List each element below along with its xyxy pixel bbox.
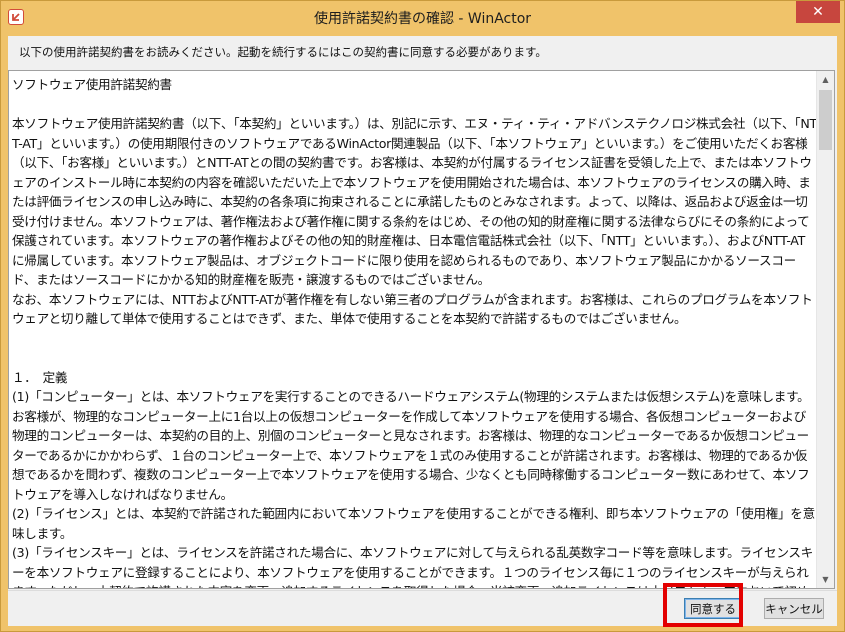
scrollbar-thumb[interactable] bbox=[819, 90, 832, 150]
close-icon: ✕ bbox=[812, 4, 824, 20]
scroll-up-icon[interactable]: ▲ bbox=[817, 71, 834, 88]
close-button[interactable]: ✕ bbox=[796, 1, 840, 23]
vertical-scrollbar[interactable]: ▲ ▼ bbox=[816, 71, 834, 588]
license-text: ソフトウェア使用許諾契約書 本ソフトウェア使用許諾契約書（以下、「本契約」といい… bbox=[12, 77, 817, 588]
cancel-button[interactable]: キャンセル bbox=[764, 598, 824, 619]
dialog-body: 以下の使用許諾契約書をお読みください。起動を続行するにはこの契約書に同意する必要… bbox=[8, 36, 837, 626]
instruction-text: 以下の使用許諾契約書をお読みください。起動を続行するにはこの契約書に同意する必要… bbox=[19, 45, 547, 59]
window-title: 使用許諾契約書の確認 - WinActor bbox=[313, 11, 532, 27]
scroll-down-icon[interactable]: ▼ bbox=[817, 571, 834, 588]
license-text-area[interactable]: ソフトウェア使用許諾契約書 本ソフトウェア使用許諾契約書（以下、「本契約」といい… bbox=[8, 70, 835, 589]
title-bar[interactable]: 使用許諾契約書の確認 - WinActor ✕ bbox=[1, 1, 844, 35]
annotation-highlight-box bbox=[663, 583, 743, 627]
license-dialog: 使用許諾契約書の確認 - WinActor ✕ 以下の使用許諾契約書をお読みくだ… bbox=[0, 0, 845, 632]
